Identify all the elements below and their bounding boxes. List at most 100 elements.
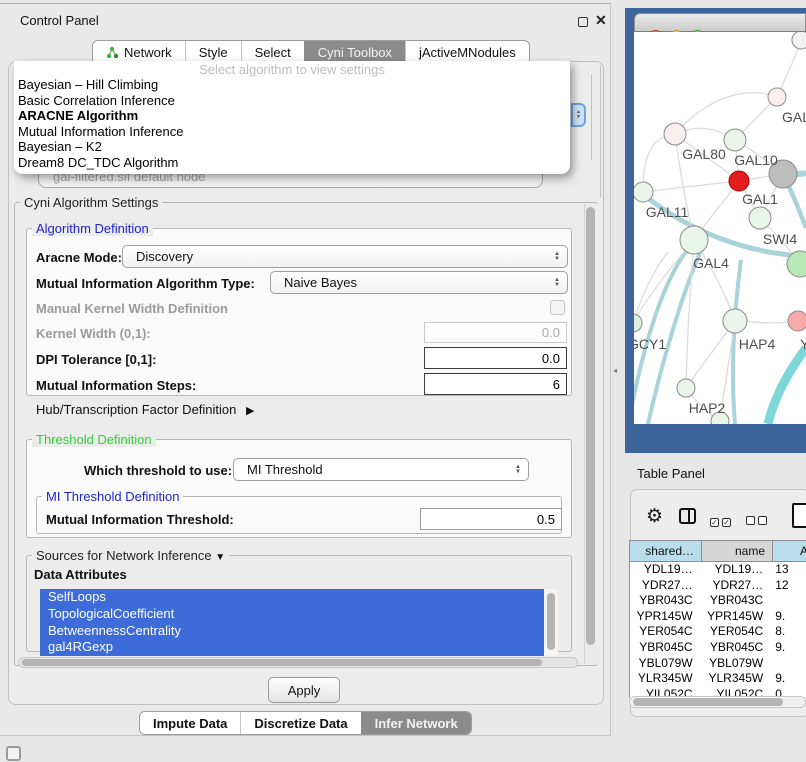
network-graph: GAL GAL80 GAL10 GAL1 GAL11 SWI4 GAL4 GCY… [634,32,806,424]
gear-icon[interactable]: ⚙ [646,505,663,528]
cell-value: 9. [772,640,806,656]
cell-shared-name: YLR345W [630,671,702,687]
select-all-columns-icon[interactable]: ✓✓ [710,512,734,530]
node-partial-top[interactable] [792,32,806,49]
node-hap4[interactable] [723,309,747,333]
tab-infer-network[interactable]: Infer Network [361,712,471,734]
node-hap2[interactable] [677,379,695,397]
dock-panel-icon[interactable] [6,746,21,761]
kernel-width-field[interactable]: 0.0 [424,322,567,343]
mi-algorithm-type-combobox[interactable]: Naive Bayes ▲▼ [270,271,568,294]
cell-shared-name: YDR27… [630,578,702,594]
tab-style-label: Style [199,45,228,60]
cell-value: 9. [772,609,806,625]
kernel-width-label: Kernel Width (0,1): [36,326,151,341]
focused-combobox-stepper[interactable]: ▲▼ [571,103,586,127]
cell-value: 13 [772,562,806,578]
threshold-definition-title: Threshold Definition [32,432,156,447]
algorithm-option-selected[interactable]: ARACNE Algorithm [14,108,570,124]
node-label: Y [800,336,806,352]
node-swi4[interactable] [749,207,771,229]
table-row[interactable]: YLR345WYLR345W9. [630,671,806,687]
new-table-icon[interactable] [792,503,806,528]
sources-group-title[interactable]: Sources for Network Inference ▼ [32,548,229,563]
algorithm-option[interactable]: Bayesian – K2 [14,139,570,155]
collapsed-arrow-icon: ▶ [246,405,254,417]
network-window-titlebar[interactable] [634,13,806,32]
table-row[interactable]: YDL19…YDL19…13 [630,562,806,578]
column-header-shared-name[interactable]: shared… [629,540,702,562]
hub-section-label: Hub/Transcription Factor Definition [36,402,236,417]
combo-down-icon: ▼ [576,115,581,120]
table-row[interactable]: YER054CYER054C8. [630,624,806,640]
algorithm-option[interactable]: Dream8 DC_TDC Algorithm [14,155,570,171]
apply-button[interactable]: Apply [268,677,340,703]
groupbox-edge-fragment [600,66,601,198]
which-threshold-combobox[interactable]: MI Threshold ▲▼ [233,458,529,481]
network-icon [106,46,119,59]
attribute-item-selected[interactable]: BetweennessCentrality [40,623,558,640]
cell-value: 12 [772,578,806,594]
tab-discretize-data[interactable]: Discretize Data [240,712,360,734]
node-gcy1[interactable] [634,314,642,332]
hub-section-header[interactable]: Hub/Transcription Factor Definition ▶ [36,402,254,417]
mi-steps-field[interactable]: 6 [424,373,567,395]
algorithm-option[interactable]: Basic Correlation Inference [14,93,570,109]
node-label: HAP2 [689,400,726,416]
tab-select-label: Select [255,45,291,60]
control-panel-window: Control Panel ✕ Network Style Select Cyn… [0,3,611,736]
settings-hscrollbar-thumb[interactable] [22,659,542,666]
node-table[interactable]: YDL19…YDL19…13 YDR27…YDR27…12 YBR043CYBR… [629,562,806,698]
cell-shared-name: YDL19… [630,562,702,578]
cell-name: YBL079W [702,656,773,672]
attribute-item-selected[interactable]: TopologicalCoefficient [40,606,558,623]
mi-threshold-field[interactable]: 0.5 [420,508,562,530]
table-row[interactable]: YBL079WYBL079W [630,656,806,672]
data-attributes-label: Data Attributes [34,567,127,582]
splitter-handle[interactable]: ◂ [613,366,617,375]
tab-discretize-data-label: Discretize Data [254,716,347,731]
algorithm-option[interactable]: Mutual Information Inference [14,124,570,140]
node-gal1-selected[interactable] [729,171,749,191]
aracne-mode-combobox[interactable]: Discovery ▲▼ [122,245,568,268]
table-row[interactable]: YDR27…YDR27…12 [630,578,806,594]
mi-algorithm-type-label: Mutual Information Algorithm Type: [36,276,255,291]
table-row[interactable]: YPR145WYPR145W9. [630,609,806,625]
attributes-scrollbar-thumb[interactable] [547,593,555,650]
node-gal11[interactable] [634,182,653,202]
table-row[interactable]: YBR045CYBR045C9. [630,640,806,656]
dpi-tolerance-field[interactable]: 0.0 [424,347,567,369]
node-gal-partial[interactable] [768,88,786,106]
column-header-partial[interactable]: A [772,540,806,562]
cell-shared-name: YPR145W [630,609,702,625]
combo-stepper-icon: ▲▼ [554,246,560,267]
network-view-canvas[interactable]: GAL GAL80 GAL10 GAL1 GAL11 SWI4 GAL4 GCY… [634,32,806,424]
settings-scrollbar-thumb[interactable] [586,207,595,645]
algorithm-option[interactable]: Bayesian – Hill Climbing [14,77,570,93]
cell-shared-name: YBR043C [630,593,702,609]
algorithm-definition-title: Algorithm Definition [32,221,153,236]
mi-threshold-group-title: MI Threshold Definition [42,489,183,504]
column-header-name[interactable]: name [701,540,773,562]
table-hscrollbar-thumb[interactable] [633,698,783,706]
attribute-item-selected[interactable]: SelfLoops [40,589,558,606]
table-row[interactable]: YBR043CYBR043C [630,593,806,609]
which-threshold-label: Which threshold to use: [84,463,232,478]
close-icon[interactable]: ✕ [595,12,607,29]
cell-name: YER054C [702,624,773,640]
node-gal80[interactable] [664,123,686,145]
aracne-mode-value: Discovery [136,249,193,264]
attribute-item-selected[interactable]: gal4RGexp [40,639,558,656]
node-gal10[interactable] [724,129,746,151]
float-window-icon[interactable] [578,17,588,27]
manual-kernel-checkbox[interactable] [550,300,565,315]
tab-impute-data[interactable]: Impute Data [140,712,240,734]
columns-icon[interactable] [679,508,696,524]
manual-kernel-label: Manual Kernel Width Definition [36,301,228,316]
node-pink-right[interactable] [788,311,806,331]
cell-name: YDR27… [702,578,773,594]
deselect-all-columns-icon[interactable] [746,512,770,530]
node-gal4[interactable] [680,226,708,254]
mi-steps-label: Mutual Information Steps: [36,378,196,393]
tab-infer-network-label: Infer Network [375,716,458,731]
